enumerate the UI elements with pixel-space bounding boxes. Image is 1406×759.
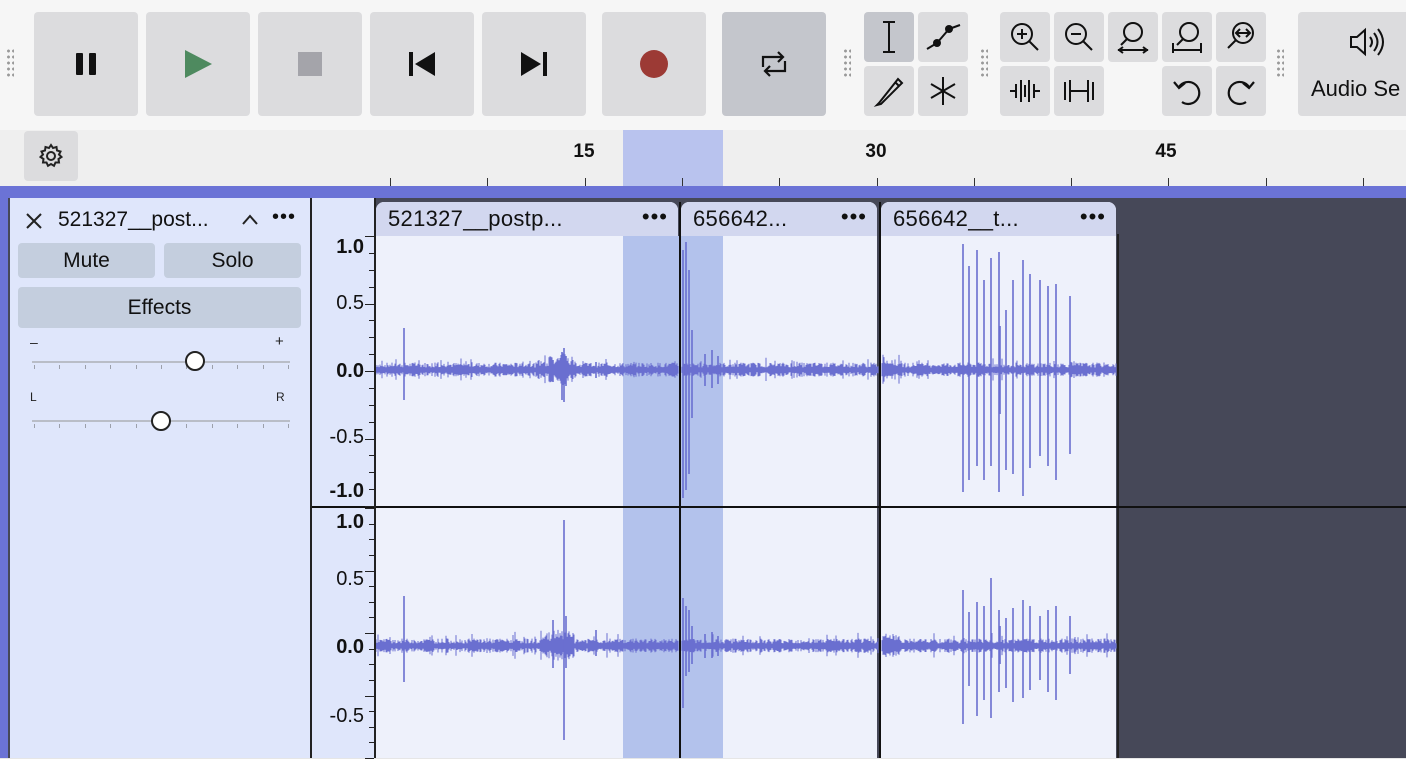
slider-tick [263,424,264,428]
waveform-body [375,353,679,385]
vruler-tick [369,422,374,423]
vruler-tick [369,287,374,288]
vruler-tick [369,711,374,712]
vruler-tick [369,337,374,338]
slider-tick [263,365,264,369]
slider-tick [59,365,60,369]
slider-tick [237,365,238,369]
vruler-tick [365,304,374,305]
waveform-body [375,629,679,661]
slider-tick [85,424,86,428]
vruler-tick [369,405,374,406]
solo-button[interactable]: Solo [164,243,301,278]
vruler-tick [369,680,374,681]
gain-slider-thumb[interactable] [184,351,205,371]
vruler-tick [369,524,374,525]
track-menu-button[interactable]: ••• [272,206,296,229]
gain-min-label: – [30,334,38,350]
vscale-label: 0.0 [336,360,364,382]
vscale-label: 0.5 [336,568,364,590]
slider-tick [34,424,35,428]
slider-tick [110,424,111,428]
slider-tick [136,424,137,428]
vruler-tick [369,664,374,665]
vruler-tick [369,270,374,271]
vscale-label: -0.5 [329,705,364,727]
track-control-panel[interactable] [10,198,312,758]
clip-boundary [679,202,681,758]
vruler-tick [369,539,374,540]
gain-max-label: + [275,333,284,350]
vruler-tick [365,506,374,507]
vruler-tick [369,742,374,743]
slider-tick [237,424,238,428]
mute-button[interactable]: Mute [18,243,155,278]
pan-left-label: L [30,390,37,404]
vruler-tick [365,571,374,572]
clip-end-line [1117,234,1119,758]
slider-tick [59,424,60,428]
vertical-ruler[interactable] [312,198,376,758]
vruler-tick [369,320,374,321]
slider-tick [288,365,289,369]
vruler-tick [369,555,374,556]
slider-tick [85,365,86,369]
vscale-label: 0.5 [336,292,364,314]
vruler-tick [369,354,374,355]
vruler-tick [365,439,374,440]
vscale-label: 1.0 [336,511,364,533]
slider-tick [34,365,35,369]
pan-right-label: R [276,390,285,404]
vscale-label: 1.0 [336,236,364,258]
pan-slider-thumb[interactable] [151,411,171,431]
vruler-tick [369,649,374,650]
slider-tick [288,424,289,428]
vruler-tick [369,472,374,473]
slider-tick [110,365,111,369]
vruler-tick [369,455,374,456]
vscale-label: 0.0 [336,636,364,658]
collapse-chevron-icon[interactable] [240,212,260,228]
vruler-tick [365,508,374,509]
vruler-tick [365,236,374,237]
clip-boundary [879,202,881,758]
vruler-tick [369,727,374,728]
vruler-tick [369,586,374,587]
slider-tick [186,424,187,428]
vruler-tick [365,371,374,372]
close-icon[interactable] [24,211,44,231]
vruler-tick [365,696,374,697]
vscale-label: -1.0 [329,480,364,502]
slider-tick [212,424,213,428]
vruler-tick [369,617,374,618]
slider-tick [136,365,137,369]
slider-tick [161,365,162,369]
vruler-tick [369,388,374,389]
vscale-label: -0.5 [329,426,364,448]
vruler-tick [369,253,374,254]
vruler-tick [365,633,374,634]
vruler-tick [369,489,374,490]
channel-divider [376,506,1406,508]
slider-tick [212,365,213,369]
vruler-tick [369,602,374,603]
effects-button[interactable]: Effects [18,287,301,328]
gain-slider[interactable] [32,361,290,363]
track-name[interactable]: 521327__post... [58,208,209,232]
